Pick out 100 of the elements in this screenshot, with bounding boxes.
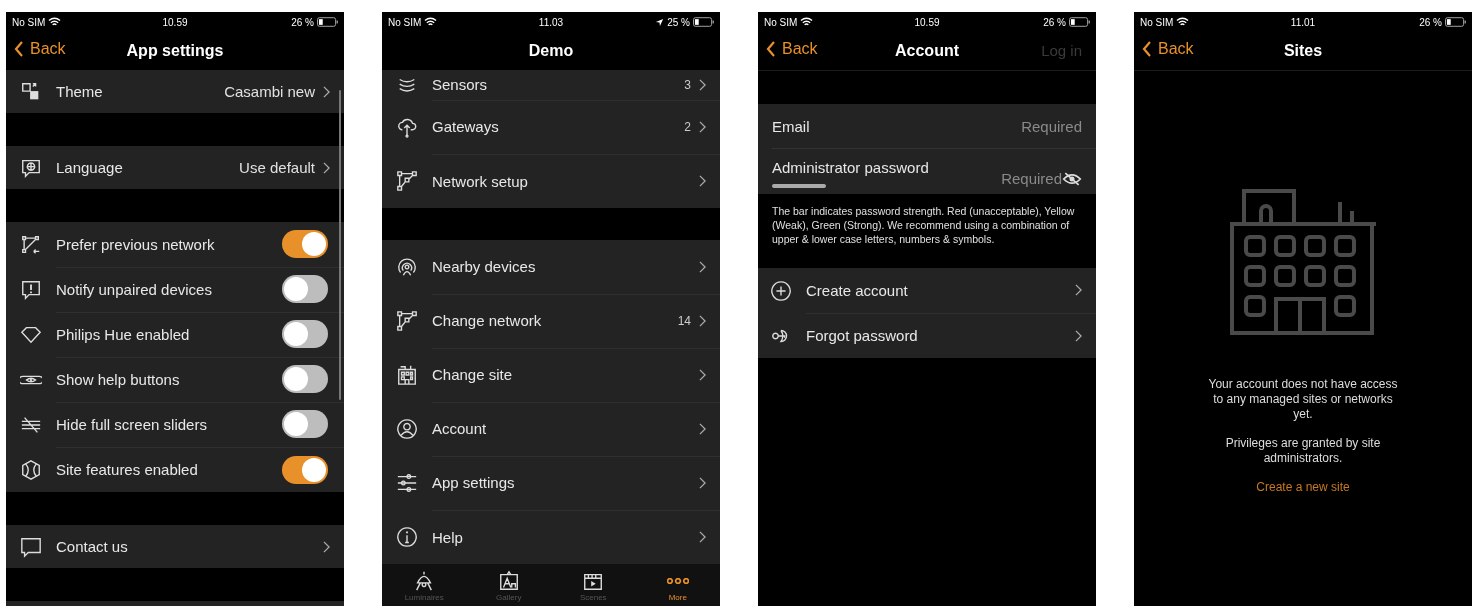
input-field[interactable]: Required [928, 170, 1062, 187]
carrier-label: No SIM [388, 16, 422, 28]
setting-label: Site features enabled [56, 461, 199, 478]
carrier-label: No SIM [764, 16, 798, 28]
menu-item[interactable]: Nearby devices [382, 240, 720, 294]
cloud-upload-icon [396, 116, 418, 138]
info-message: Privileges are granted by site administrators. [1224, 436, 1382, 466]
crossed-hexagon-icon [20, 458, 42, 481]
chevron-icon [1075, 329, 1082, 342]
item-count: 3 [684, 77, 691, 92]
network-arrow-icon [20, 233, 42, 256]
menu-label: Change site [432, 366, 514, 383]
gallery-icon [497, 570, 520, 592]
setting-label: Notify unpaired devices [56, 280, 213, 298]
network-icon [396, 310, 418, 332]
setting-label: Language [56, 159, 124, 176]
chevron-icon [699, 120, 706, 133]
chevron-icon [699, 368, 706, 381]
wifi-icon [1176, 17, 1190, 27]
setting-value: Casambi new [224, 83, 315, 100]
toggle-switch[interactable] [282, 230, 328, 258]
back-button[interactable]: Back [1142, 40, 1194, 58]
chevron-left-icon [14, 40, 24, 58]
menu-label: App settings [432, 474, 516, 491]
menu-label: Forgot password [806, 327, 919, 344]
setting-label: Prefer previous network [56, 235, 216, 253]
building-icon [1230, 189, 1376, 335]
chevron-icon [699, 175, 706, 187]
user-circle-icon [396, 418, 418, 440]
menu-item[interactable]: Sensors 3 [382, 70, 720, 100]
chevron-icon [699, 476, 706, 489]
menu-item[interactable]: Change site [382, 348, 720, 402]
chevron-left-icon [766, 40, 776, 58]
item-count: 2 [684, 119, 691, 134]
setting-label: Show help buttons [56, 370, 181, 388]
setting-label: Philips Hue enabled [56, 325, 191, 343]
toggle-switch[interactable] [282, 365, 328, 393]
network-icon [396, 170, 418, 192]
battery-icon [693, 17, 714, 27]
toggle-switch[interactable] [282, 455, 328, 484]
eye-icon[interactable] [1062, 171, 1082, 186]
menu-item[interactable]: Gateways 2 [382, 100, 720, 154]
create-site-link[interactable]: Create a new site [1256, 480, 1350, 494]
sliders-icon [396, 472, 418, 494]
chevron-icon [323, 540, 330, 553]
menu-item[interactable]: Account [382, 402, 720, 456]
battery-percent: 26 % [1419, 16, 1442, 28]
radar-person-icon [396, 256, 418, 278]
battery-icon [1069, 17, 1090, 27]
wifi-icon [800, 17, 814, 27]
chat-bubble-icon [20, 535, 42, 558]
menu-item[interactable]: App settings [382, 456, 720, 510]
screen-title: Sites [1283, 42, 1323, 60]
input-field[interactable]: Required [809, 118, 1082, 135]
carrier-label: No SIM [12, 16, 46, 28]
menu-item[interactable]: Change network 14 [382, 294, 720, 348]
setting-label: Theme [56, 83, 104, 100]
toggle-switch[interactable] [282, 275, 328, 303]
menu-item[interactable]: Network setup [382, 154, 720, 208]
screen-title: Account [895, 42, 959, 60]
field-label: Administrator password [772, 159, 929, 176]
chevron-left-icon [1142, 40, 1152, 58]
battery-icon [317, 17, 338, 27]
clock-time: 10.59 [914, 16, 940, 28]
carrier-label: No SIM [1140, 16, 1174, 28]
back-button[interactable]: Back [14, 40, 66, 58]
menu-item[interactable]: Help [382, 510, 720, 564]
field-label: Email [772, 118, 810, 135]
setting-label: Contact us [56, 538, 129, 555]
menu-item[interactable]: Forgot password [758, 313, 1096, 358]
battery-icon [1445, 17, 1466, 27]
clock-time: 11.03 [538, 16, 564, 28]
wifi-icon [48, 17, 62, 27]
battery-percent: 25 % [667, 16, 690, 28]
menu-item[interactable]: Create account [758, 268, 1096, 313]
menu-label: Account [432, 420, 488, 437]
menu-label: Change network [432, 312, 543, 329]
item-count: 14 [677, 313, 691, 328]
password-hint: The bar indicates password strength. Red (unacceptable), Yellow (Weak), Green (Strong). We recommend using a combination of upper & lower case letters, numbers & symbols. [771, 204, 1076, 247]
battery-percent: 26 % [291, 16, 314, 28]
info-message: Your account does not have access to any managed sites or networks yet. [1207, 377, 1399, 422]
plus-circle-icon [770, 279, 792, 302]
chevron-icon [323, 85, 330, 98]
setting-value: Use default [239, 159, 315, 176]
toggle-switch[interactable] [282, 410, 328, 438]
chevron-icon [699, 422, 706, 435]
screen-title: App settings [126, 42, 224, 60]
clock-time: 10.59 [162, 16, 188, 28]
chevron-icon [323, 161, 330, 174]
back-button[interactable]: Back [766, 40, 818, 58]
chevron-icon [699, 314, 706, 327]
menu-label: Network setup [432, 172, 529, 190]
menu-label: Help [432, 528, 464, 546]
tab[interactable]: More [635, 564, 720, 606]
wifi-icon [424, 17, 438, 27]
clock-time: 11.01 [1290, 16, 1316, 28]
battery-percent: 26 % [1043, 16, 1066, 28]
more-icon [666, 578, 689, 584]
toggle-switch[interactable] [282, 320, 328, 348]
menu-label: Create account [806, 281, 909, 299]
